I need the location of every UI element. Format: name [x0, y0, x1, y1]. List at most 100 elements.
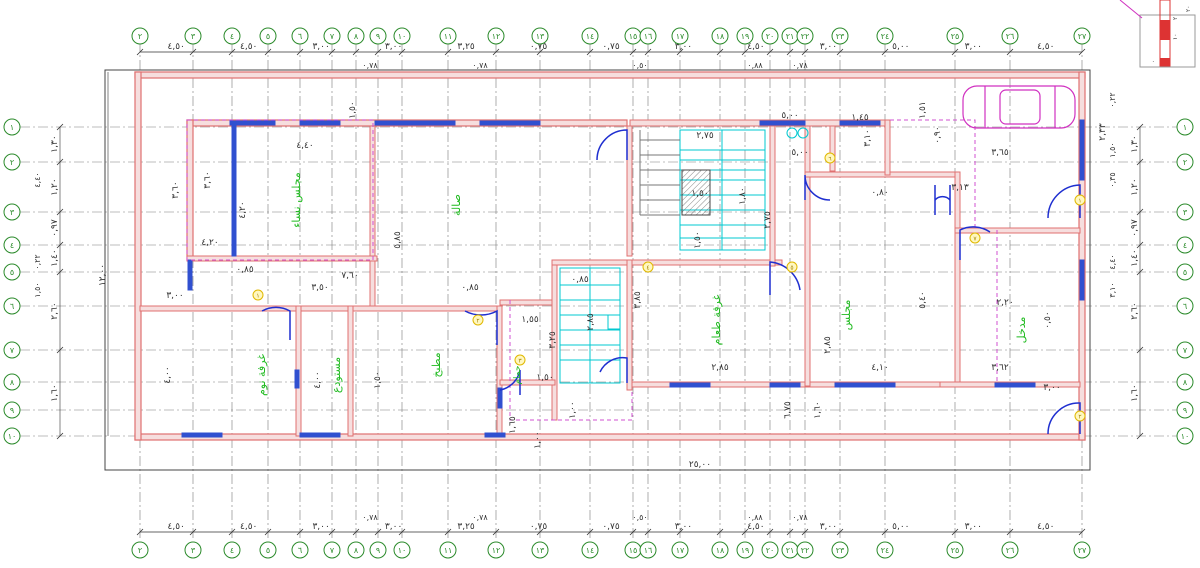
- dimension-label-secondary: ٠,٢٢: [1108, 92, 1117, 107]
- dimension-label: ٥,٠٠: [892, 522, 909, 532]
- dimension-label: ٤,٥٠: [240, 522, 257, 532]
- axis-bubble-label: ٢: [138, 546, 142, 555]
- axis-bubble-bottom: ٢١: [781, 541, 799, 559]
- dimension-label: ٣,٢٥: [457, 42, 475, 52]
- overall-dimension-label: ٢٥,٠٠: [689, 460, 711, 470]
- axis-bubble-left: ٧: [3, 341, 21, 359]
- interior-dimension-label: ٣,٢٥: [548, 331, 558, 349]
- axis-bubble-label: ٣: [191, 32, 196, 41]
- axis-bubble-label: ٢: [1183, 158, 1187, 167]
- axis-bubble-right: ٧: [1176, 341, 1194, 359]
- dimension-label: ٢,٦٠: [50, 302, 60, 319]
- dimension-label: ٤,٥٠: [1037, 42, 1054, 52]
- door-tag: ٤: [642, 261, 654, 273]
- interior-dimension-label: ٢,٨٥: [823, 336, 833, 354]
- axis-bubble-label: ٢٣: [836, 32, 845, 41]
- axis-bubble-label: ١٤: [586, 546, 595, 555]
- axis-bubble-left: ٩: [3, 401, 21, 419]
- interior-dimension-label: ٣,٥٠: [311, 283, 328, 293]
- axis-bubble-bottom: ٢٣: [831, 541, 849, 559]
- interior-dimension-label: ١,٥١: [918, 101, 928, 118]
- axis-bubble-label: ٧: [330, 32, 335, 41]
- interior-dimension-label: ٦,٧٥: [783, 401, 793, 419]
- axis-bubble-left: ٥: [3, 263, 21, 281]
- bottom-dimension-chain: ٤,٥٠ ٤,٥٠ ٣,٠٠ ٣,٠٠ ٣,٢٥ ٠,٧٥ ٠,٧٥ ٣,٠٠ ٤,٥٠ ٣,٠٠…: [136, 460, 1086, 536]
- axis-bubble-bottom: ٧: [323, 541, 341, 559]
- door-tag: ٦: [824, 152, 836, 164]
- room-label-sala: صالة: [450, 194, 463, 216]
- axis-bubble-label: ١٩: [741, 32, 750, 41]
- interior-dimension-label: ٤,٢٠: [238, 201, 248, 218]
- door-tag: ٥: [786, 261, 798, 273]
- axis-bubble-label: ٢١: [786, 32, 795, 41]
- dimension-label: ١,٦٠: [1130, 384, 1140, 401]
- dimension-label: ٣,٠٠: [675, 522, 692, 532]
- axis-bubble-top: ٢٧: [1073, 27, 1091, 45]
- axis-bubble-right: ٩: [1176, 401, 1194, 419]
- interior-dimension-label: ٥,٠٠: [781, 111, 798, 121]
- door-tag: ١: [252, 289, 264, 301]
- dimension-label: ١,٣٠: [50, 135, 60, 152]
- axis-bubble-top: ٧: [323, 27, 341, 45]
- axis-bubble-right: ٦: [1176, 297, 1194, 315]
- car-icon: [962, 85, 1076, 129]
- axis-bubble-label: ٢: [138, 32, 142, 41]
- interior-dimension-label: ٠,٩٠: [933, 126, 943, 143]
- axis-bubble-label: ١٦: [644, 32, 653, 41]
- dimension-label: ٣,٠٠: [820, 522, 837, 532]
- axis-bubble-label: ٢٦: [1006, 32, 1015, 41]
- interior-dimension-label: ٣,٦٥: [991, 148, 1009, 158]
- room-label-ghurfat-nawm: غرفة نوم: [255, 354, 268, 396]
- interior-dimension-label: ١,٤٥: [851, 113, 869, 123]
- left-axis-bubbles: ١ ٢ ٣ ٤ ٥ ٦ ٧ ٨ ٩ ١٠: [3, 118, 21, 445]
- axis-bubble-top: ٣: [184, 27, 202, 45]
- axis-bubble-label: ١١: [444, 32, 453, 41]
- axis-bubble-label: ٢٥: [951, 546, 960, 555]
- interior-dimension-label: ٣,١٣: [951, 183, 969, 193]
- axis-bubble-right: ٨: [1176, 373, 1194, 391]
- dimension-label-secondary: ٠,٧٨: [472, 61, 488, 70]
- dimension-label: ١,٣٠: [1130, 135, 1140, 152]
- door-tag: ٣: [514, 354, 526, 366]
- dimension-label-secondary: ١,٥٠: [33, 282, 42, 297]
- top-dimension-chain: ٤,٥٠ ٤,٥٠ ٣,٠٠ ٣,٠٠ ٣,٢٥ ٠,٧٥ ٠,٧٥ ٣,٠٠ ٤,٥٠ ٣,٠٠…: [136, 42, 1086, 70]
- interior-dimension-label: ٤,٢٠: [201, 238, 218, 248]
- interior-dimension-label: ٠,٨٠: [871, 188, 888, 198]
- axis-bubble-top: ٢: [131, 27, 149, 45]
- room-label-majlis-nisa: مجلس نساء: [290, 172, 303, 228]
- room-label-mustawda: مستودع: [330, 357, 343, 393]
- door-tag-label: ٢: [1078, 414, 1081, 421]
- dimension-label-secondary: ٠,٥٠: [632, 513, 647, 522]
- axis-bubble-label: ١٨: [716, 32, 725, 41]
- axis-bubble-bottom: ٢٧: [1073, 541, 1091, 559]
- door-tag-label: ٤: [646, 265, 649, 272]
- axis-bubble-label: ٥: [266, 546, 270, 555]
- axis-bubble-label: ٨: [354, 546, 359, 555]
- axis-bubble-right: ٣: [1176, 203, 1194, 221]
- axis-bubble-label: ٦: [298, 546, 302, 555]
- dimension-label-secondary: ٣,١٠: [1108, 282, 1117, 297]
- axis-bubble-label: ٤: [230, 32, 234, 41]
- axis-bubble-top: ١٨: [711, 27, 729, 45]
- axis-bubble-bottom: ٣: [184, 541, 202, 559]
- interior-dimension-label: ٣,٠٠: [166, 291, 183, 301]
- overall-dimension-label: ١٢,٠٠: [98, 264, 108, 286]
- interior-dimension-label: ١,٦٠: [813, 401, 823, 418]
- axis-bubble-right: ١: [1176, 118, 1194, 136]
- interior-dimension-label: ٣,٦٠: [171, 181, 181, 198]
- axis-bubble-top: ٥: [259, 27, 277, 45]
- interior-dimension-label: ٣,٦٠: [203, 171, 213, 188]
- dimension-label: ١,٢٠: [1130, 178, 1140, 195]
- axis-bubble-bottom: ١٤: [581, 541, 599, 559]
- axis-bubble-right: ٢: [1176, 153, 1194, 171]
- axis-bubble-left: ٢: [3, 153, 21, 171]
- horizontal-grid-axes: [20, 126, 1180, 437]
- axis-bubble-label: ٢٢: [801, 32, 810, 41]
- axis-bubble-left: ٦: [3, 297, 21, 315]
- axis-bubble-label: ١٠: [1181, 432, 1190, 441]
- interior-dimension-label: ١,٥٠: [373, 371, 383, 388]
- dimension-label: ٣,٠٠: [820, 42, 837, 52]
- axis-bubble-top: ١٢: [487, 27, 505, 45]
- axis-bubble-left: ٣: [3, 203, 21, 221]
- axis-bubble-label: ١٧: [676, 32, 685, 41]
